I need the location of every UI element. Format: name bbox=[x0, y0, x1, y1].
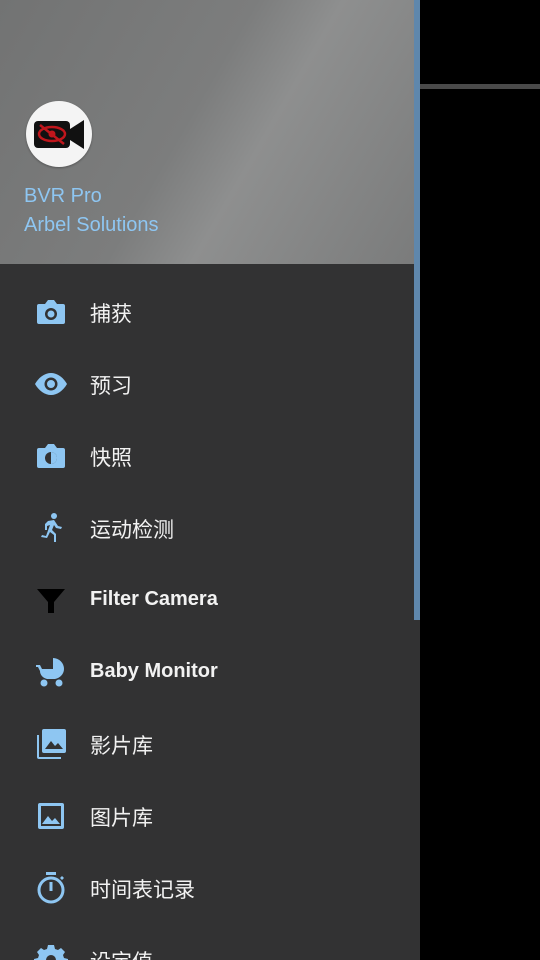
stroller-icon bbox=[36, 658, 64, 687]
company-name: Arbel Solutions bbox=[24, 214, 159, 236]
app-backdrop[interactable] bbox=[420, 0, 540, 960]
menu-item-label: 快照 bbox=[90, 446, 132, 470]
drawer-header: BVR Pro Arbel Solutions bbox=[0, 0, 420, 264]
app-logo bbox=[26, 101, 92, 167]
drawer-menu: 捕获 预习 快照 运动检测 Filter Camera Baby Monitor… bbox=[0, 276, 420, 960]
menu-item-label: 图片库 bbox=[90, 806, 153, 830]
photo-library-icon bbox=[37, 729, 66, 759]
eye-icon bbox=[35, 373, 67, 395]
filter-icon bbox=[37, 589, 65, 613]
camera-icon bbox=[37, 300, 65, 324]
menu-item-baby-monitor[interactable]: Baby Monitor bbox=[0, 636, 420, 708]
menu-item-snapshot[interactable]: 快照 bbox=[0, 420, 420, 492]
menu-item-picture-library[interactable]: 图片库 bbox=[0, 780, 420, 852]
running-person-icon bbox=[41, 513, 62, 542]
menu-item-label: 捕获 bbox=[90, 302, 132, 326]
timer-icon bbox=[37, 872, 65, 904]
menu-item-settings[interactable]: 设定值 bbox=[0, 924, 420, 960]
camera-switch-icon bbox=[37, 444, 65, 468]
navigation-drawer: BVR Pro Arbel Solutions 捕获 预习 快照 运动检测 Fi… bbox=[0, 0, 420, 960]
image-icon bbox=[38, 803, 64, 829]
menu-item-video-library[interactable]: 影片库 bbox=[0, 708, 420, 780]
menu-item-schedule-recording[interactable]: 时间表记录 bbox=[0, 852, 420, 924]
app-toolbar-divider bbox=[420, 84, 540, 89]
video-camera-hidden-eye-icon bbox=[34, 120, 84, 149]
menu-item-label: 时间表记录 bbox=[90, 878, 195, 902]
menu-item-label: 预习 bbox=[90, 374, 132, 398]
menu-item-capture[interactable]: 捕获 bbox=[0, 276, 420, 348]
menu-item-motion-detection[interactable]: 运动检测 bbox=[0, 492, 420, 564]
menu-item-label: 运动检测 bbox=[90, 518, 174, 542]
menu-item-label: Filter Camera bbox=[90, 588, 218, 610]
menu-item-label: 设定值 bbox=[90, 946, 153, 960]
menu-item-preview[interactable]: 预习 bbox=[0, 348, 420, 420]
settings-gear-icon bbox=[34, 945, 68, 960]
menu-item-label: 影片库 bbox=[90, 734, 153, 758]
menu-item-filter-camera[interactable]: Filter Camera bbox=[0, 564, 420, 636]
menu-item-label: Baby Monitor bbox=[90, 660, 218, 682]
app-name: BVR Pro bbox=[24, 185, 102, 207]
drawer-scrollbar[interactable] bbox=[414, 0, 420, 620]
